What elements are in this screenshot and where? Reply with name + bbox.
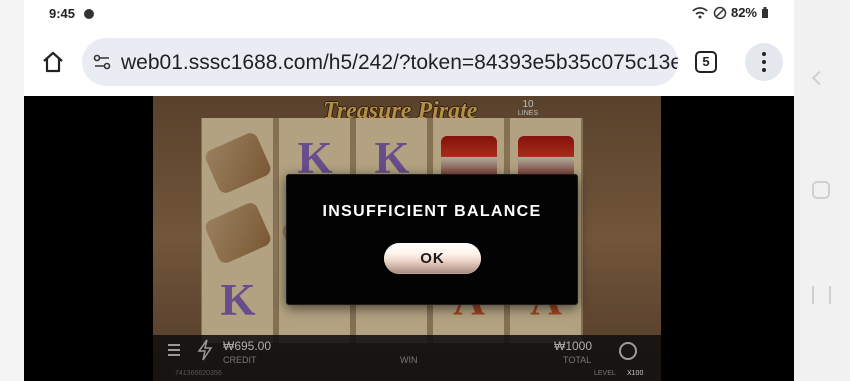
game-bottom-bar: ₩695.00 CREDIT WIN ₩1000 TOTAL 741366620… xyxy=(153,335,661,381)
ok-button[interactable]: OK xyxy=(384,243,481,274)
no-disturb-icon xyxy=(713,6,727,19)
status-bar: 9:45 82% xyxy=(24,0,794,28)
credit-label: CREDIT xyxy=(223,355,257,365)
browser-toolbar: web01.sssc1688.com/h5/242/?token=84393e5… xyxy=(24,28,794,96)
notification-icon xyxy=(84,9,94,19)
recents-icon[interactable] xyxy=(812,286,831,304)
menu-dot xyxy=(762,68,766,72)
player-id: 741366620356 xyxy=(175,370,222,377)
level-value: X100 xyxy=(627,370,644,377)
phone-display: 9:45 82% web01.sssc1688.com/h5/242/?toke… xyxy=(24,0,794,381)
autoplay-icon[interactable] xyxy=(619,342,637,360)
insufficient-balance-dialog: INSUFFICIENT BALANCE OK xyxy=(286,174,578,305)
battery-percent: 82% xyxy=(730,5,757,20)
status-time: 9:45 xyxy=(49,6,76,21)
address-bar[interactable]: web01.sssc1688.com/h5/242/?token=84393e5… xyxy=(82,38,678,86)
total-bet-value: ₩1000 xyxy=(554,339,593,353)
home-gesture-icon[interactable] xyxy=(812,181,830,199)
more-vert-icon[interactable] xyxy=(745,43,783,81)
menu-icon[interactable] xyxy=(167,343,181,357)
quick-spin-icon[interactable] xyxy=(197,339,213,361)
battery-icon xyxy=(762,6,768,18)
screen: 9:45 82% web01.sssc1688.com/h5/242/?toke… xyxy=(0,0,850,381)
status-indicators: 82% xyxy=(691,5,769,20)
dialog-message: INSUFFICIENT BALANCE xyxy=(322,203,542,220)
url-text[interactable]: web01.sssc1688.com/h5/242/?token=84393e5… xyxy=(121,51,678,75)
level-label: LEVEL xyxy=(594,370,616,377)
site-settings-icon[interactable] xyxy=(92,52,112,72)
back-icon[interactable] xyxy=(811,70,827,86)
menu-dot xyxy=(762,52,766,56)
tab-switcher-button[interactable]: 5 xyxy=(695,51,717,73)
wifi-icon xyxy=(692,6,708,18)
menu-dot xyxy=(762,60,766,64)
win-label: WIN xyxy=(400,355,418,365)
side-navigation-panel xyxy=(794,0,850,381)
home-icon[interactable] xyxy=(41,50,65,74)
total-label: TOTAL xyxy=(563,355,592,365)
credit-value: ₩695.00 xyxy=(223,339,272,353)
